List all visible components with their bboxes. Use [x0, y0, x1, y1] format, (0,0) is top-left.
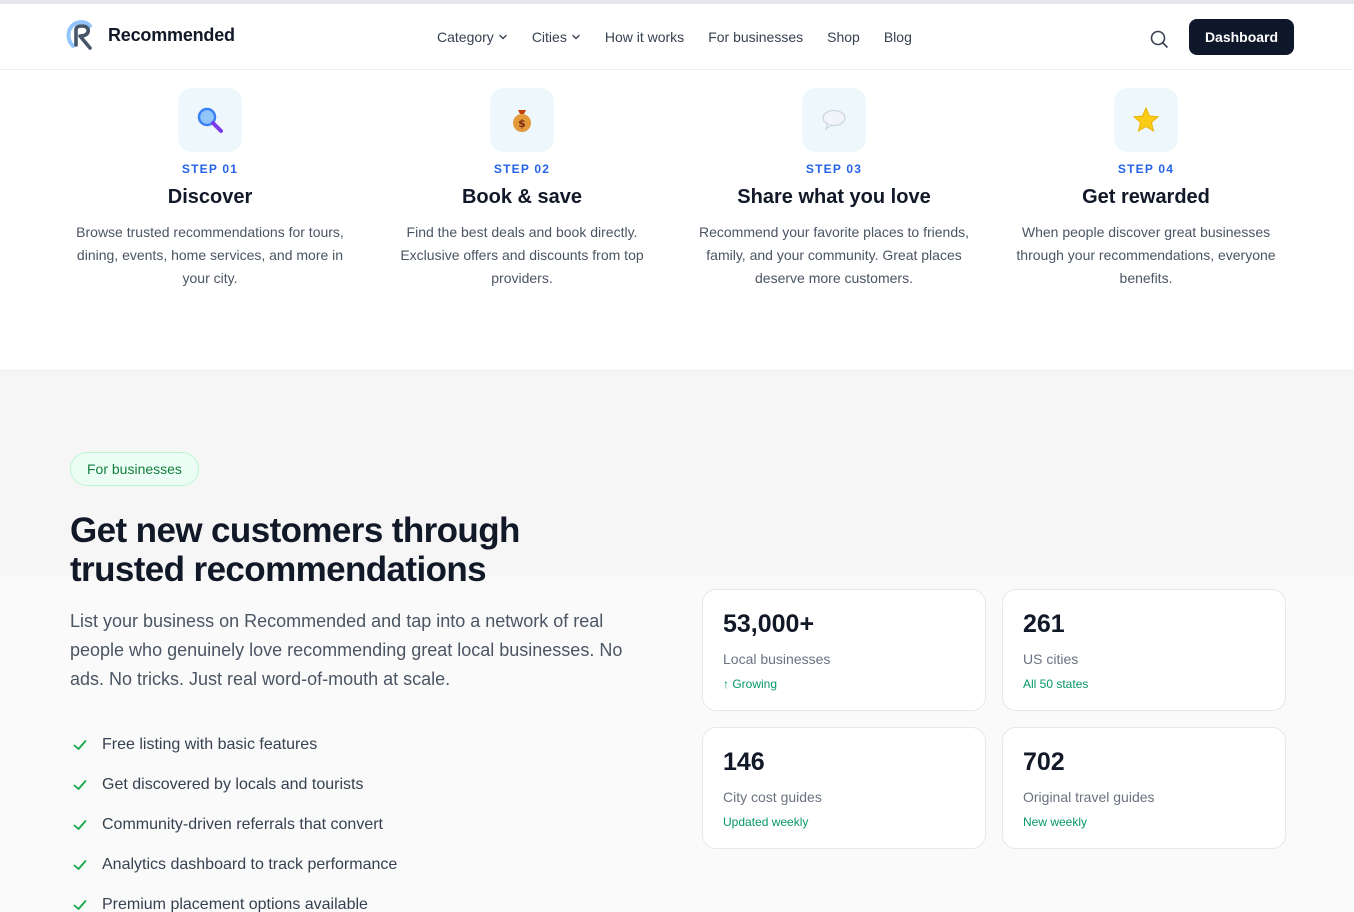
feature-text: Community-driven referrals that convert	[102, 816, 383, 833]
business-heading: Get new customers through trusted recomm…	[70, 511, 520, 589]
step-card: STEP 01 Discover Browse trusted recommen…	[54, 88, 366, 290]
stat-card: 261 US cities All 50 states	[1002, 589, 1286, 711]
site-header: Recommended Category Cities How it works…	[0, 0, 1354, 70]
stat-subtext: New weekly	[1023, 815, 1088, 829]
nav-shop[interactable]: Shop	[827, 29, 860, 45]
check-icon	[73, 860, 87, 870]
step-title: Book & save	[461, 186, 583, 208]
step-number: STEP 02	[493, 162, 551, 176]
step-description: Recommend your favorite places to friend…	[698, 224, 969, 286]
main-nav: Category Cities How it works For busines…	[437, 29, 912, 45]
dashboard-button[interactable]: Dashboard	[1189, 19, 1294, 55]
feature-item: Free listing with basic features	[72, 725, 397, 765]
nav-blog[interactable]: Blog	[884, 29, 912, 45]
step-card: STEP 03 Share what you love Recommend yo…	[678, 88, 990, 290]
step-card: STEP 04 Get rewarded When people discove…	[990, 88, 1302, 290]
stat-subtext: Updated weekly	[723, 815, 809, 829]
svg-text:$: $	[518, 117, 526, 130]
chevron-down-icon	[572, 34, 580, 40]
speech-bubble-icon	[822, 109, 846, 131]
stat-subtext: All 50 states	[1023, 677, 1089, 691]
stat-card: 702 Original travel guides New weekly	[1002, 727, 1286, 849]
for-businesses-section: For businesses Get new customers through…	[0, 370, 1354, 912]
check-icon	[73, 740, 87, 750]
nav-category-label: Category	[437, 29, 494, 45]
search-icon[interactable]	[1148, 28, 1170, 50]
feature-item: Get discovered by locals and tourists	[72, 765, 397, 805]
feature-item: Premium placement options available	[72, 885, 397, 912]
check-icon	[73, 820, 87, 830]
stat-value: 53,000+	[723, 610, 815, 638]
magnifier-icon	[197, 107, 223, 133]
brand-name: Recommended	[108, 24, 235, 45]
chevron-down-icon	[499, 34, 507, 40]
feature-text: Get discovered by locals and tourists	[102, 776, 364, 793]
feature-text: Premium placement options available	[102, 896, 368, 912]
stat-card: 146 City cost guides Updated weekly	[702, 727, 986, 849]
brand-logo-icon	[66, 20, 92, 50]
stat-card: 53,000+ Local businesses ↑ Growing	[702, 589, 986, 711]
step-description: Find the best deals and book directly. E…	[400, 224, 644, 286]
step-number: STEP 03	[805, 162, 863, 176]
feature-list: Free listing with basic features Get dis…	[72, 725, 397, 912]
step-description: Browse trusted recommendations for tours…	[76, 224, 344, 286]
feature-text: Analytics dashboard to track performance	[102, 856, 398, 873]
star-icon	[1132, 106, 1160, 133]
step-title: Get rewarded	[1082, 186, 1210, 208]
stat-value: 702	[1023, 748, 1065, 776]
step-title: Share what you love	[737, 186, 931, 208]
stat-value: 146	[723, 748, 765, 776]
step-description: When people discover great businesses th…	[1016, 224, 1276, 286]
stat-subtext: ↑ Growing	[723, 677, 778, 691]
step-number: STEP 01	[181, 162, 239, 176]
nav-cities[interactable]: Cities	[532, 29, 581, 45]
nav-category[interactable]: Category	[437, 29, 508, 45]
how-it-works-steps: STEP 01 Discover Browse trusted recommen…	[54, 88, 1302, 290]
stat-value: 261	[1023, 610, 1065, 638]
step-icon-box	[178, 88, 242, 152]
step-icon-box	[1114, 88, 1178, 152]
nav-for-businesses[interactable]: For businesses	[708, 29, 803, 45]
check-icon	[73, 780, 87, 790]
business-description: List your business on Recommended and ta…	[70, 611, 623, 689]
stat-label: Original travel guides	[1023, 789, 1155, 805]
step-card: $ STEP 02 Book & save Find the best deal…	[366, 88, 678, 290]
brand-logo-link[interactable]: Recommended	[64, 18, 235, 52]
stats-grid: 53,000+ Local businesses ↑ Growing 261 U…	[702, 589, 1286, 849]
step-number: STEP 04	[1117, 162, 1175, 176]
nav-cities-label: Cities	[531, 29, 567, 45]
for-businesses-badge: For businesses	[70, 452, 199, 486]
stat-label: Local businesses	[723, 651, 831, 667]
stat-label: US cities	[1023, 651, 1079, 667]
step-title: Discover	[167, 186, 253, 208]
feature-item: Community-driven referrals that convert	[72, 805, 397, 845]
feature-item: Analytics dashboard to track performance	[72, 845, 397, 885]
step-icon-box	[802, 88, 866, 152]
step-icon-box: $	[490, 88, 554, 152]
money-bag-icon: $	[513, 110, 531, 132]
stat-label: City cost guides	[723, 789, 822, 805]
feature-text: Free listing with basic features	[102, 736, 318, 753]
check-icon	[73, 900, 87, 910]
nav-how-it-works[interactable]: How it works	[605, 29, 684, 45]
